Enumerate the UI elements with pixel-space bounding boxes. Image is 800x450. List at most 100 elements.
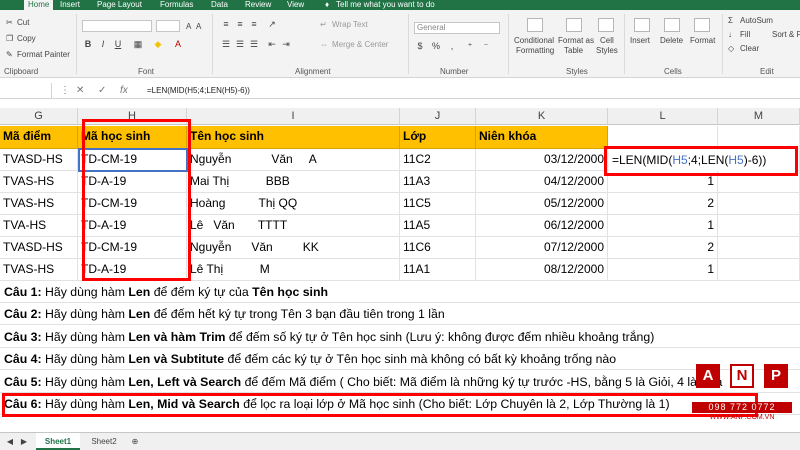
column-header-m[interactable]: M — [718, 108, 800, 125]
header-cell-ma-diem[interactable]: Mã điểm — [0, 126, 78, 149]
cell-ma-diem[interactable]: TVAS-HS — [0, 193, 78, 215]
header-cell-nien-khoa[interactable]: Niên khóa — [476, 126, 608, 149]
cell-result[interactable]: 1 — [608, 259, 718, 281]
cell-lop[interactable]: 11C2 — [400, 149, 476, 171]
tab-page-layout[interactable]: Page Layout — [97, 0, 142, 10]
wrap-text-button[interactable]: Wrap Text — [332, 20, 368, 29]
conditional-formatting-icon[interactable] — [527, 18, 543, 32]
insert-cells-button[interactable]: Insert — [630, 36, 650, 45]
tell-me-box[interactable]: Tell me what you want to do — [336, 0, 435, 10]
question-line[interactable]: Câu 2: Hãy dùng hàm Len để đếm hết ký tự… — [0, 303, 800, 326]
cell-ma-diem[interactable]: TVASD-HS — [0, 237, 78, 259]
cell-ma-diem[interactable]: TVAS-HS — [0, 259, 78, 281]
sheet-tab-sheet1[interactable]: Sheet1 — [36, 433, 80, 450]
clear-button[interactable]: Clear — [740, 44, 759, 53]
cell-empty[interactable] — [718, 171, 800, 193]
cell-ten-hoc-sinh[interactable]: Mai Thị BBB — [187, 171, 400, 193]
cell-ma-hoc-sinh[interactable]: TD-CM-19 — [78, 149, 187, 171]
delete-cells-button[interactable]: Delete — [660, 36, 683, 45]
cell-nien-khoa[interactable]: 04/12/2000 — [476, 171, 608, 193]
cell-empty[interactable] — [718, 237, 800, 259]
enter-formula-button[interactable]: ✓ — [98, 83, 106, 98]
tab-data[interactable]: Data — [211, 0, 228, 10]
column-header-j[interactable]: J — [400, 108, 476, 125]
cell-lop[interactable]: 11A1 — [400, 259, 476, 281]
cell-empty[interactable] — [718, 193, 800, 215]
cell-styles-button[interactable]: Cell — [600, 36, 614, 45]
tab-formulas[interactable]: Formulas — [160, 0, 193, 10]
insert-function-button[interactable]: fx — [120, 83, 128, 98]
column-header-h[interactable]: H — [78, 108, 187, 125]
tab-home[interactable]: Home — [24, 0, 54, 10]
underline-button[interactable]: U — [112, 38, 124, 50]
cell-ma-hoc-sinh[interactable]: TD-A-19 — [78, 171, 187, 193]
header-cell-lop[interactable]: Lớp — [400, 126, 476, 149]
column-header-g[interactable]: G — [0, 108, 78, 125]
currency-icon[interactable]: $ — [414, 40, 426, 52]
cell-ten-hoc-sinh[interactable]: Nguyễn Văn KK — [187, 237, 400, 259]
cell-ten-hoc-sinh[interactable]: Nguyễn Văn A — [187, 149, 400, 171]
cell-result[interactable]: 1 — [608, 171, 718, 193]
align-top-icon[interactable]: ≡ — [220, 18, 232, 30]
cancel-formula-button[interactable]: ✕ — [76, 83, 84, 98]
question-line[interactable]: Câu 4: Hãy dùng hàm Len và Subtitute để … — [0, 348, 800, 371]
cell-lop[interactable]: 11C5 — [400, 193, 476, 215]
copy-button[interactable]: Copy — [17, 34, 36, 43]
scroll-right-icon[interactable]: ▶ — [18, 433, 30, 450]
increase-indent-icon[interactable]: ⇥ — [280, 38, 292, 50]
italic-button[interactable]: I — [97, 38, 109, 50]
cell-ma-diem[interactable]: TVA-HS — [0, 215, 78, 237]
cell-ma-hoc-sinh[interactable]: TD-A-19 — [78, 215, 187, 237]
format-cells-button[interactable]: Format — [690, 36, 715, 45]
align-middle-icon[interactable]: ≡ — [234, 18, 246, 30]
sheet-tab-sheet2[interactable]: Sheet2 — [84, 433, 124, 450]
cell-nien-khoa[interactable]: 07/12/2000 — [476, 237, 608, 259]
cell-ma-diem[interactable]: TVAS-HS — [0, 171, 78, 193]
number-format-combo[interactable]: General — [414, 22, 500, 34]
font-name-combo[interactable] — [82, 20, 152, 32]
font-color-icon[interactable]: A — [172, 38, 184, 50]
cell-nien-khoa[interactable]: 03/12/2000 — [476, 149, 608, 171]
cell-ten-hoc-sinh[interactable]: Lê Văn TTTT — [187, 215, 400, 237]
formula-input[interactable]: =LEN(MID(H5;4;LEN(H5)-6)) — [147, 83, 250, 98]
delete-cells-icon[interactable] — [664, 18, 680, 32]
header-cell-ten-hoc-sinh[interactable]: Tên học sinh — [187, 126, 400, 149]
column-header-l[interactable]: L — [608, 108, 718, 125]
font-size-combo[interactable] — [156, 20, 180, 32]
grow-font-icon[interactable]: A — [186, 22, 191, 31]
cell-empty[interactable] — [608, 126, 718, 149]
align-right-icon[interactable]: ☰ — [248, 38, 260, 50]
column-header-k[interactable]: K — [476, 108, 608, 125]
cell-empty[interactable] — [718, 126, 800, 149]
orientation-icon[interactable]: ↗ — [266, 18, 278, 30]
cell-lop[interactable]: 11A5 — [400, 215, 476, 237]
cell-empty[interactable] — [718, 215, 800, 237]
decrease-indent-icon[interactable]: ⇤ — [266, 38, 278, 50]
align-left-icon[interactable]: ☰ — [220, 38, 232, 50]
question-line[interactable]: Câu 6: Hãy dùng hàm Len, Mid và Search đ… — [0, 393, 800, 415]
cell-lop[interactable]: 11A3 — [400, 171, 476, 193]
tab-review[interactable]: Review — [245, 0, 271, 10]
decrease-decimal-icon[interactable]: ⁻ — [480, 40, 492, 52]
percent-icon[interactable]: % — [430, 40, 442, 52]
comma-icon[interactable]: , — [446, 40, 458, 52]
align-center-icon[interactable]: ☰ — [234, 38, 246, 50]
conditional-formatting-button[interactable]: Conditional — [514, 36, 554, 45]
formula-cell-editor[interactable]: =LEN(MID(H5;4;LEN(H5)-6)) — [609, 150, 797, 171]
cell-nien-khoa[interactable]: 06/12/2000 — [476, 215, 608, 237]
cell-ten-hoc-sinh[interactable]: Hoàng Thị QQ — [187, 193, 400, 215]
add-sheet-icon[interactable]: ⊕ — [128, 433, 142, 450]
tab-insert[interactable]: Insert — [60, 0, 80, 10]
cell-ma-hoc-sinh[interactable]: TD-CM-19 — [78, 193, 187, 215]
fill-color-icon[interactable]: ◆ — [152, 38, 164, 50]
align-bottom-icon[interactable]: ≡ — [248, 18, 260, 30]
cut-button[interactable]: Cut — [17, 18, 29, 27]
format-cells-icon[interactable] — [694, 18, 710, 32]
borders-icon[interactable]: ▦ — [132, 38, 144, 50]
question-line[interactable]: Câu 3: Hãy dùng hàm Len và hàm Trim để đ… — [0, 326, 800, 348]
increase-decimal-icon[interactable]: ⁺ — [464, 40, 476, 52]
format-painter-button[interactable]: Format Painter — [17, 50, 70, 59]
question-line[interactable]: Câu 1: Hãy dùng hàm Len để đếm ký tự của… — [0, 281, 800, 303]
insert-cells-icon[interactable] — [634, 18, 650, 32]
merge-center-button[interactable]: Merge & Center — [332, 40, 388, 49]
